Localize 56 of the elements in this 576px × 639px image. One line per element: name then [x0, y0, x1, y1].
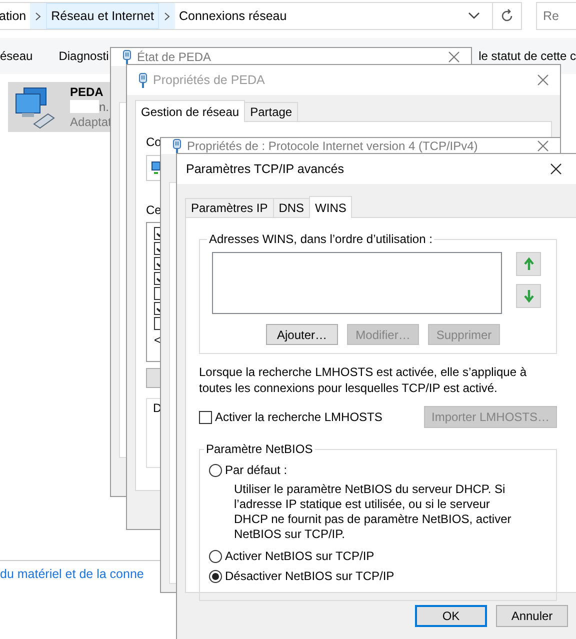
adapter-icon [151, 161, 161, 175]
ok-button[interactable]: OK [415, 605, 487, 627]
group-label: Paramètre NetBIOS [206, 442, 313, 456]
tab[interactable]: Gestion de réseau [135, 100, 246, 122]
cancel-button[interactable]: Annuler [496, 605, 568, 627]
link[interactable]: du matériel et de la conne [0, 567, 144, 581]
chevron-right-icon [35, 12, 42, 20]
move-up-button[interactable] [516, 252, 541, 276]
move-down-button[interactable] [516, 284, 541, 308]
toolbar-command[interactable]: Diagnosti [58, 49, 109, 63]
window-title: Propriétés de : Protocole Internet version 4 (TCP/IPv4) [187, 139, 478, 153]
search-field[interactable]: Re [536, 2, 576, 30]
breadcrumb-item[interactable]: Réseau et Internet [46, 3, 159, 29]
close-icon [537, 140, 549, 152]
window-title: Propriétés de PEDA [153, 73, 265, 87]
breadcrumb-item[interactable]: Connexions réseau [174, 3, 291, 29]
radio-button[interactable]: Activer NetBIOS sur TCP/IP [209, 546, 546, 566]
network-plug-icon [173, 139, 181, 154]
redaction-block [70, 100, 99, 112]
window-title: Paramètres TCP/IP avancés [186, 162, 344, 176]
network-plug-icon [139, 72, 147, 88]
radio-button[interactable]: Désactiver NetBIOS sur TCP/IP [209, 566, 546, 586]
checkbox[interactable]: Activer la recherche LMHOSTS [199, 410, 382, 424]
close-button[interactable] [549, 162, 563, 176]
connection-detail: n. [99, 100, 110, 114]
window-title: État de PEDA [137, 50, 212, 64]
button[interactable]: Ajouter… [266, 324, 338, 345]
option-description: Utiliser le paramètre NetBIOS du serveur DHCP. Si l’adresse IP statique est utilisée, ou si le serveur DHCP ne fournit pas de paramètre NetBIOS, activer NetBIOS sur TCP/IP. [234, 482, 512, 542]
checkbox[interactable] [154, 287, 160, 300]
network-plug-icon [123, 50, 131, 65]
lmhosts-note: Lorsque la recherche LMHOSTS est activée, elle s’applique à toutes les connexions pour lesquelles TCP/IP est activé. [199, 364, 528, 396]
arrow-up-icon [522, 257, 534, 271]
toolbar-command[interactable]: le statut de cette c [478, 49, 576, 63]
tab[interactable]: Paramètres IP [185, 198, 274, 217]
chevron-right-icon [164, 12, 170, 20]
tab[interactable]: WINS [309, 196, 352, 218]
toolbar-command[interactable]: éseau [0, 49, 33, 63]
close-icon [537, 74, 549, 86]
connection-type: Adaptat [70, 114, 112, 130]
field-label: Ce [146, 203, 162, 217]
checkbox[interactable] [154, 272, 160, 285]
checkbox[interactable] [154, 257, 160, 270]
tab[interactable]: Partage [244, 102, 298, 121]
connection-name: PEDA [70, 84, 104, 100]
close-icon [448, 51, 460, 63]
refresh-icon [500, 9, 514, 23]
checkbox[interactable] [154, 317, 160, 330]
refresh-button[interactable] [493, 2, 522, 30]
checkbox[interactable] [154, 302, 160, 315]
close-icon [550, 163, 562, 175]
radio-button[interactable]: Par défaut : [209, 460, 546, 480]
address-list[interactable] [212, 252, 502, 314]
checkbox[interactable] [154, 227, 160, 240]
group-label: Adresses WINS, dans l’ordre d’utilisation : [209, 232, 432, 246]
checkbox[interactable] [154, 242, 160, 255]
arrow-down-icon [522, 289, 534, 303]
